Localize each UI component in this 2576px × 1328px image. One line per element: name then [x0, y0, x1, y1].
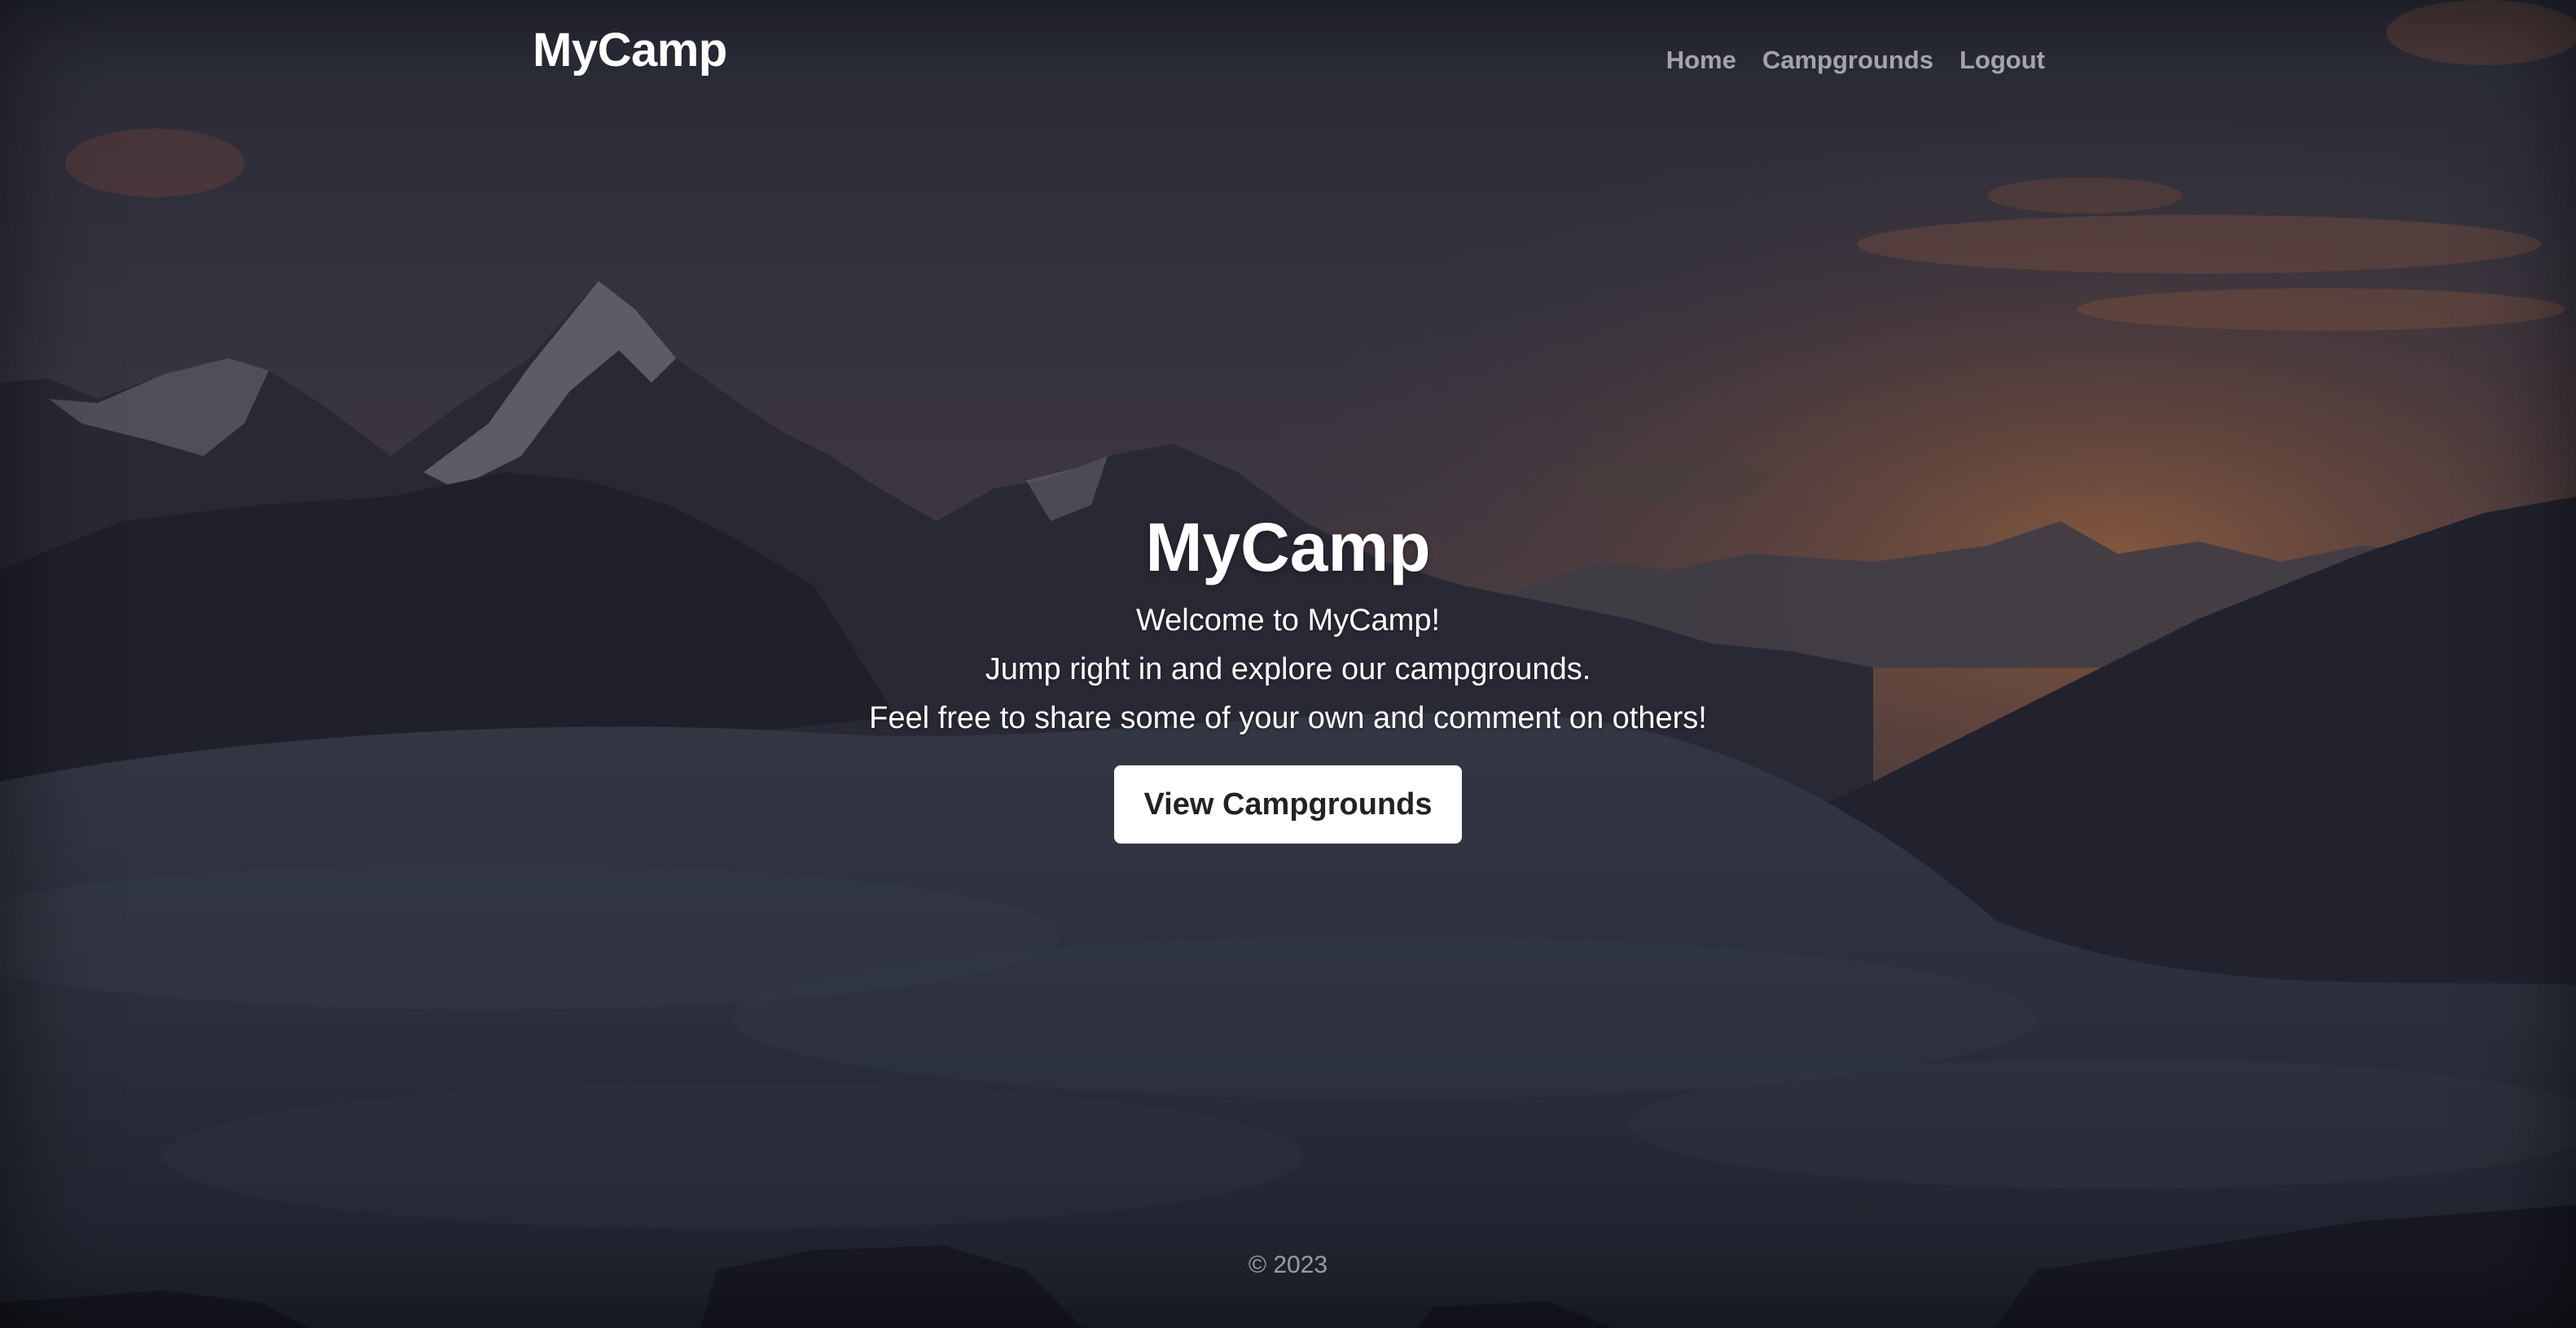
hero-explore-text: Jump right in and explore our campground… — [985, 652, 1591, 686]
nav-item-logout: Logout — [1959, 42, 2045, 78]
hero-section: MyCamp Welcome to MyCamp! Jump right in … — [0, 503, 2576, 844]
brand-logo[interactable]: MyCamp — [533, 21, 727, 80]
footer-copyright: © 2023 — [1248, 1251, 1328, 1278]
nav-item-home: Home — [1666, 42, 1736, 78]
nav-menu: Home Campgrounds Logout — [1666, 42, 2045, 78]
nav-link-logout[interactable]: Logout — [1959, 46, 2045, 74]
view-campgrounds-button[interactable]: View Campgrounds — [1114, 765, 1462, 844]
hero-title: MyCamp — [1145, 509, 1431, 585]
nav-item-campgrounds: Campgrounds — [1762, 42, 1933, 78]
hero-share-text: Feel free to share some of your own and … — [869, 701, 1707, 735]
nav-link-home[interactable]: Home — [1666, 46, 1736, 74]
landing-page: MyCamp Home Campgrounds Logout MyCamp We… — [0, 0, 2576, 1328]
hero-welcome-text: Welcome to MyCamp! — [1135, 603, 1441, 638]
nav-link-campgrounds[interactable]: Campgrounds — [1762, 46, 1933, 74]
